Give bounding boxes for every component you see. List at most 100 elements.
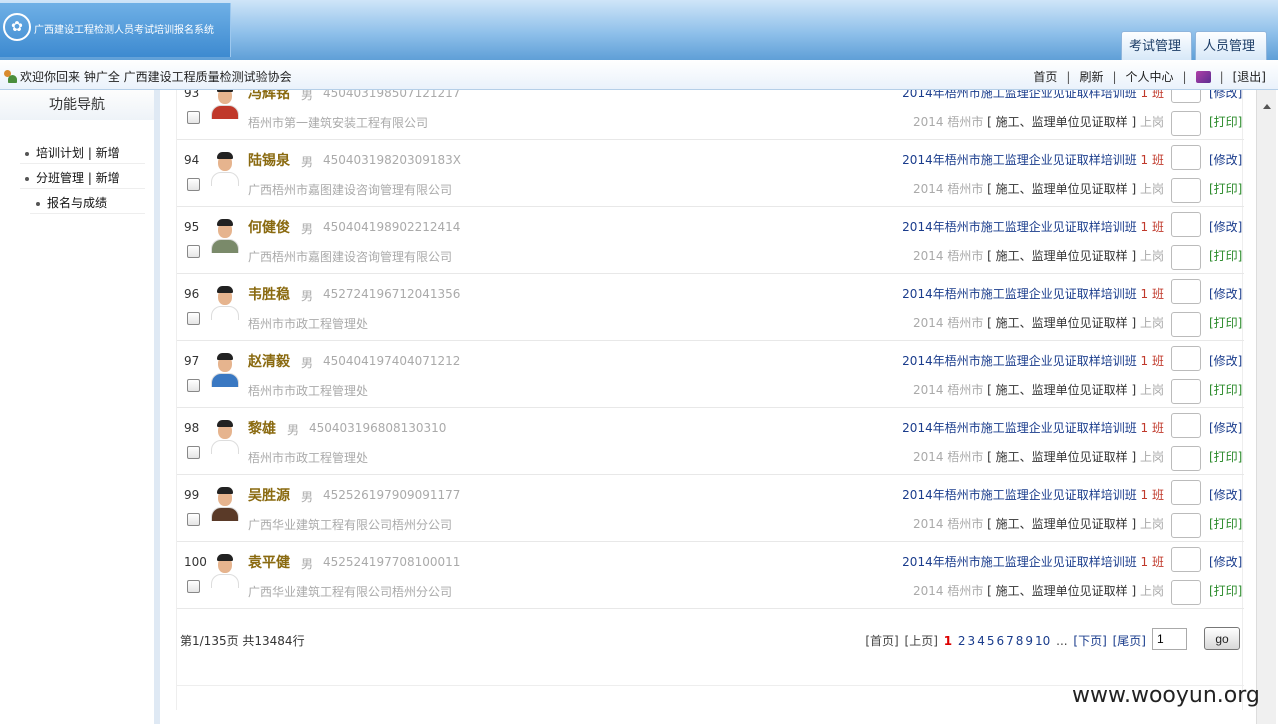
training-status: 上岗 (1139, 584, 1164, 598)
edit-link[interactable]: [修改] (1209, 486, 1242, 503)
first-page-link[interactable]: [首页] (865, 634, 898, 648)
refresh-link[interactable]: 刷新 (1079, 70, 1103, 84)
page-link[interactable]: 7 (1006, 634, 1014, 648)
course-name[interactable]: 2014年梧州市施工监理企业见证取样培训班 (902, 421, 1137, 435)
course-link[interactable]: 2014年梧州市施工监理企业见证取样培训班 1 班 (902, 151, 1164, 168)
edit-link[interactable]: [修改] (1209, 352, 1242, 369)
row-checkbox[interactable] (187, 111, 200, 124)
course-name[interactable]: 2014年梧州市施工监理企业见证取样培训班 (902, 220, 1137, 234)
course-link[interactable]: 2014年梧州市施工监理企业见证取样培训班 1 班 (902, 486, 1164, 503)
sidebar-item-training-plan[interactable]: 培训计划 | 新增 (25, 144, 120, 161)
print-link[interactable]: [打印] (1209, 448, 1242, 465)
print-link[interactable]: [打印] (1209, 314, 1242, 331)
last-page-link[interactable]: [尾页] (1113, 634, 1146, 648)
nav-separator: | (1219, 70, 1224, 84)
main-content: 93 冯辉铭男 450403198507121217 梧州市第一建筑安装工程有限公司 2… (166, 90, 1278, 724)
course-name[interactable]: 2014年梧州市施工监理企业见证取样培训班 (902, 90, 1137, 100)
print-link[interactable]: [打印] (1209, 381, 1242, 398)
edit-link[interactable]: [修改] (1209, 218, 1242, 235)
next-page-link[interactable]: [下页] (1073, 634, 1106, 648)
print-link[interactable]: [打印] (1209, 180, 1242, 197)
person-name[interactable]: 吴胜源 (248, 485, 290, 505)
person-company: 广西梧州市嘉图建设咨询管理有限公司 (248, 250, 453, 264)
book-icon[interactable] (1195, 71, 1211, 83)
score-input[interactable] (1171, 212, 1201, 237)
page-link[interactable]: 4 (977, 634, 985, 648)
person-name[interactable]: 陆锡泉 (248, 150, 290, 170)
score-input[interactable] (1171, 111, 1201, 136)
person-name[interactable]: 赵清毅 (248, 351, 290, 371)
scrollbar[interactable] (1256, 90, 1276, 724)
score-input[interactable] (1171, 513, 1201, 538)
edit-link[interactable]: [修改] (1209, 285, 1242, 302)
course-link[interactable]: 2014年梧州市施工监理企业见证取样培训班 1 班 (902, 285, 1164, 302)
prev-page-link[interactable]: [上页] (905, 634, 938, 648)
score-input[interactable] (1171, 480, 1201, 505)
page-number-input[interactable] (1152, 628, 1187, 650)
row-checkbox[interactable] (187, 245, 200, 258)
edit-link[interactable]: [修改] (1209, 553, 1242, 570)
person-name[interactable]: 冯辉铭 (248, 90, 290, 103)
course-name[interactable]: 2014年梧州市施工监理企业见证取样培训班 (902, 555, 1137, 569)
row-checkbox[interactable] (187, 446, 200, 459)
score-input[interactable] (1171, 379, 1201, 404)
scroll-up-arrow-icon[interactable] (1263, 104, 1271, 109)
logout-link[interactable]: [退出] (1233, 70, 1266, 84)
table-row: 99 吴胜源男 452526197909091177 广西华业建筑工程有限公司梧州分公… (177, 475, 1244, 542)
go-button[interactable]: go (1204, 627, 1240, 650)
score-input[interactable] (1171, 145, 1201, 170)
course-link[interactable]: 2014年梧州市施工监理企业见证取样培训班 1 班 (902, 218, 1164, 235)
edit-link[interactable]: [修改] (1209, 90, 1242, 101)
print-link[interactable]: [打印] (1209, 582, 1242, 599)
print-link[interactable]: [打印] (1209, 515, 1242, 532)
course-name[interactable]: 2014年梧州市施工监理企业见证取样培训班 (902, 354, 1137, 368)
print-link[interactable]: [打印] (1209, 247, 1242, 264)
row-checkbox[interactable] (187, 379, 200, 392)
course-link[interactable]: 2014年梧州市施工监理企业见证取样培训班 1 班 (902, 553, 1164, 570)
score-input[interactable] (1171, 245, 1201, 270)
course-link[interactable]: 2014年梧州市施工监理企业见证取样培训班 1 班 (902, 90, 1164, 101)
training-info: 2014 梧州市 [ 施工、监理单位见证取样 ] 上岗 (913, 448, 1164, 465)
person-name[interactable]: 韦胜稳 (248, 284, 290, 304)
page-link[interactable]: 10 (1035, 634, 1050, 648)
score-input[interactable] (1171, 279, 1201, 304)
page-link[interactable]: 5 (987, 634, 995, 648)
page-link[interactable]: 9 (1025, 634, 1033, 648)
sidebar-item-class-management[interactable]: 分班管理 | 新增 (25, 169, 120, 186)
course-link[interactable]: 2014年梧州市施工监理企业见证取样培训班 1 班 (902, 419, 1164, 436)
person-company: 梧州市市政工程管理处 (248, 384, 369, 398)
score-input[interactable] (1171, 346, 1201, 371)
score-input[interactable] (1171, 312, 1201, 337)
score-input[interactable] (1171, 547, 1201, 572)
profile-link[interactable]: 个人中心 (1126, 70, 1174, 84)
person-name[interactable]: 袁平健 (248, 552, 290, 572)
tab-exam-management[interactable]: 考试管理 (1121, 31, 1192, 60)
print-link[interactable]: [打印] (1209, 113, 1242, 130)
person-name[interactable]: 黎雄 (248, 418, 276, 438)
score-input[interactable] (1171, 580, 1201, 605)
page-link[interactable]: 2 (958, 634, 966, 648)
sidebar-item-registration-scores[interactable]: 报名与成绩 (36, 194, 107, 211)
course-link[interactable]: 2014年梧州市施工监理企业见证取样培训班 1 班 (902, 352, 1164, 369)
score-input[interactable] (1171, 178, 1201, 203)
tab-personnel-management[interactable]: 人员管理 (1195, 31, 1267, 60)
row-checkbox[interactable] (187, 513, 200, 526)
course-name[interactable]: 2014年梧州市施工监理企业见证取样培训班 (902, 287, 1137, 301)
edit-link[interactable]: [修改] (1209, 419, 1242, 436)
score-input[interactable] (1171, 90, 1201, 103)
row-checkbox[interactable] (187, 312, 200, 325)
training-year-city: 2014 梧州市 (912, 182, 984, 196)
course-name[interactable]: 2014年梧州市施工监理企业见证取样培训班 (902, 488, 1137, 502)
page-link[interactable]: 8 (1016, 634, 1024, 648)
page-link[interactable]: 6 (996, 634, 1004, 648)
row-checkbox[interactable] (187, 178, 200, 191)
score-input[interactable] (1171, 446, 1201, 471)
home-link[interactable]: 首页 (1033, 70, 1057, 84)
person-name[interactable]: 何健俊 (248, 217, 290, 237)
row-checkbox[interactable] (187, 580, 200, 593)
score-input[interactable] (1171, 413, 1201, 438)
edit-link[interactable]: [修改] (1209, 151, 1242, 168)
training-status: 上岗 (1139, 249, 1164, 263)
course-name[interactable]: 2014年梧州市施工监理企业见证取样培训班 (902, 153, 1137, 167)
page-link[interactable]: 3 (968, 634, 976, 648)
